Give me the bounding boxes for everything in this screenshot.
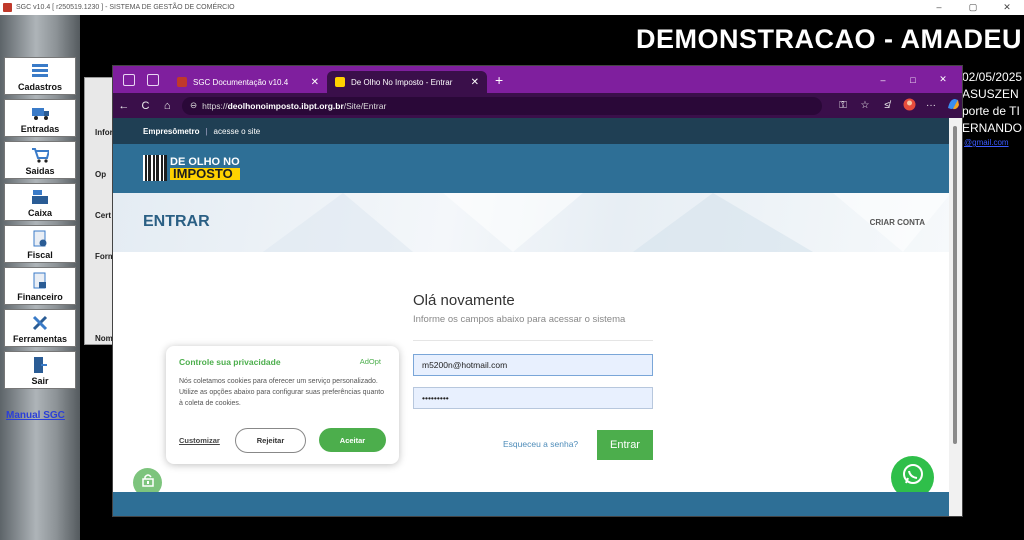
sidebar-item-saidas[interactable]: Saidas bbox=[4, 141, 76, 179]
close-tab-icon[interactable]: ✕ bbox=[311, 77, 319, 88]
forgot-password-link[interactable]: Esqueceu a senha? bbox=[503, 439, 578, 449]
tab-label: De Olho No Imposto - Entrar bbox=[351, 77, 453, 87]
tab-label: SGC Documentação v10.4 bbox=[193, 77, 289, 87]
tab-actions-icon[interactable] bbox=[147, 73, 159, 86]
whatsapp-icon bbox=[900, 462, 926, 493]
sidebar-item-label: Entradas bbox=[20, 124, 60, 134]
register-icon bbox=[31, 188, 49, 206]
sidebar-item-caixa[interactable]: Caixa bbox=[4, 183, 76, 221]
info-device: ASUSZEN bbox=[962, 87, 1019, 101]
host-titlebar: SGC v10.4 [ r250519.1230 ] - SISTEMA DE … bbox=[0, 0, 1024, 15]
browser-minimize-button[interactable]: – bbox=[868, 75, 898, 85]
star-icon[interactable]: ☆ bbox=[854, 100, 876, 111]
sidebar: Cadastros Entradas Saidas Caixa Fiscal F… bbox=[0, 15, 80, 540]
new-tab-button[interactable]: + bbox=[495, 72, 503, 88]
host-title: SGC v10.4 [ r250519.1230 ] - SISTEMA DE … bbox=[16, 4, 235, 11]
deolho-favicon-icon bbox=[335, 77, 345, 87]
exit-door-icon bbox=[31, 356, 49, 374]
url-input[interactable]: ⊖ https://deolhonoimposto.ibpt.org.br/Si… bbox=[181, 96, 822, 115]
sidebar-item-label: Saidas bbox=[25, 166, 55, 176]
panel-label: Op bbox=[95, 170, 107, 179]
panel-label: Cert bbox=[95, 211, 112, 220]
hero-pattern bbox=[263, 193, 951, 252]
sidebar-item-label: Ferramentas bbox=[12, 334, 68, 344]
tab-de-olho-no-imposto[interactable]: De Olho No Imposto - Entrar ✕ bbox=[327, 71, 487, 93]
page-scrollbar[interactable] bbox=[949, 118, 962, 516]
login-subtitle: Informe os campos abaixo para acessar o … bbox=[413, 314, 626, 325]
sidebar-item-label: Cadastros bbox=[17, 82, 62, 92]
more-icon[interactable]: ··· bbox=[920, 100, 942, 111]
sidebar-item-entradas[interactable]: Entradas bbox=[4, 99, 76, 137]
tools-icon bbox=[31, 314, 49, 332]
create-account-link[interactable]: CRIAR CONTA bbox=[870, 218, 925, 227]
company-title: DEMONSTRACAO - AMADEU bbox=[636, 24, 1022, 54]
lock-icon: ⊖ bbox=[189, 100, 198, 110]
accept-button[interactable]: Aceitar bbox=[319, 428, 386, 452]
site-footer bbox=[113, 492, 951, 516]
browser-close-button[interactable]: ✕ bbox=[928, 74, 958, 85]
site-header: DE OLHO NO IMPOSTO bbox=[113, 144, 951, 193]
password-field[interactable]: ••••••••• bbox=[413, 387, 653, 409]
browser-maximize-button[interactable]: □ bbox=[898, 75, 928, 85]
info-email-link[interactable]: @gmail.com bbox=[964, 138, 1009, 147]
host-maximize-button[interactable]: ▢ bbox=[956, 0, 990, 15]
web-page: Empresômetro | acesse o site DE OLHO NO … bbox=[113, 118, 951, 516]
adopt-brand[interactable]: AdOpt bbox=[360, 357, 381, 366]
copilot-icon[interactable] bbox=[942, 97, 962, 114]
tab-sgc-documentacao[interactable]: SGC Documentação v10.4 ✕ bbox=[169, 71, 327, 93]
app-icon bbox=[3, 3, 12, 12]
sgc-favicon-icon bbox=[177, 77, 187, 87]
login-greeting: Olá novamente bbox=[413, 292, 515, 309]
sidebar-item-financeiro[interactable]: Financeiro bbox=[4, 267, 76, 305]
sidebar-item-label: Financeiro bbox=[17, 292, 63, 302]
host-minimize-button[interactable]: – bbox=[922, 0, 956, 15]
site-logo[interactable]: DE OLHO NO IMPOSTO bbox=[143, 155, 240, 181]
sidebar-item-label: Sair bbox=[31, 376, 49, 386]
email-field[interactable]: m5200n@hotmail.com bbox=[413, 354, 653, 376]
back-button[interactable]: ← bbox=[113, 100, 135, 112]
key-icon[interactable]: ⚿ bbox=[832, 100, 854, 111]
browser-window: SGC Documentação v10.4 ✕ De Olho No Impo… bbox=[112, 65, 963, 517]
top-ribbon: Empresômetro | acesse o site bbox=[113, 118, 951, 144]
empresometro-link[interactable]: Empresômetro bbox=[143, 127, 199, 136]
sidebar-item-ferramentas[interactable]: Ferramentas bbox=[4, 309, 76, 347]
refresh-button[interactable]: C bbox=[135, 100, 157, 112]
host-close-button[interactable]: ✕ bbox=[990, 0, 1024, 15]
cart-icon bbox=[31, 146, 49, 164]
cookie-title: Controle sua privacidade bbox=[179, 357, 281, 367]
info-date: 02/05/2025 bbox=[962, 70, 1023, 84]
fiscal-document-icon bbox=[31, 230, 49, 248]
customize-link[interactable]: Customizar bbox=[179, 436, 220, 445]
info-user: ERNANDO bbox=[962, 121, 1023, 135]
scrollbar-thumb[interactable] bbox=[953, 126, 957, 444]
login-submit-button[interactable]: Entrar bbox=[597, 430, 653, 460]
favorites-icon[interactable]: ≰ bbox=[876, 100, 898, 111]
hero-banner: ENTRAR CRIAR CONTA bbox=[113, 193, 951, 252]
page-title: ENTRAR bbox=[143, 213, 210, 230]
close-tab-icon[interactable]: ✕ bbox=[471, 77, 479, 88]
cookie-body: Nós coletamos cookies para oferecer um s… bbox=[179, 378, 385, 407]
barcode-icon bbox=[143, 155, 167, 181]
truck-icon bbox=[31, 104, 49, 122]
sidebar-item-label: Caixa bbox=[27, 208, 53, 218]
home-button[interactable]: ⌂ bbox=[156, 100, 178, 112]
divider bbox=[413, 340, 653, 341]
info-support: porte de TI bbox=[962, 104, 1020, 118]
finance-document-icon bbox=[31, 272, 49, 290]
list-icon bbox=[31, 62, 49, 80]
tab-bar: SGC Documentação v10.4 ✕ De Olho No Impo… bbox=[113, 66, 962, 93]
sidebar-item-cadastros[interactable]: Cadastros bbox=[4, 57, 76, 95]
lock-icon bbox=[141, 473, 155, 492]
panel-label: Infor bbox=[95, 128, 113, 137]
sidebar-item-label: Fiscal bbox=[27, 250, 53, 260]
acesse-site-link[interactable]: acesse o site bbox=[214, 127, 261, 136]
sidebar-item-sair[interactable]: Sair bbox=[4, 351, 76, 389]
workspaces-icon[interactable] bbox=[123, 73, 135, 86]
reject-button[interactable]: Rejeitar bbox=[235, 428, 306, 453]
profile-icon[interactable] bbox=[898, 98, 920, 114]
cookie-consent-dialog: Controle sua privacidade AdOpt Nós colet… bbox=[166, 346, 399, 464]
manual-sgc-link[interactable]: Manual SGC bbox=[6, 410, 65, 421]
sidebar-item-fiscal[interactable]: Fiscal bbox=[4, 225, 76, 263]
address-bar: ← C ⌂ ⊖ https://deolhonoimposto.ibpt.org… bbox=[113, 93, 962, 118]
